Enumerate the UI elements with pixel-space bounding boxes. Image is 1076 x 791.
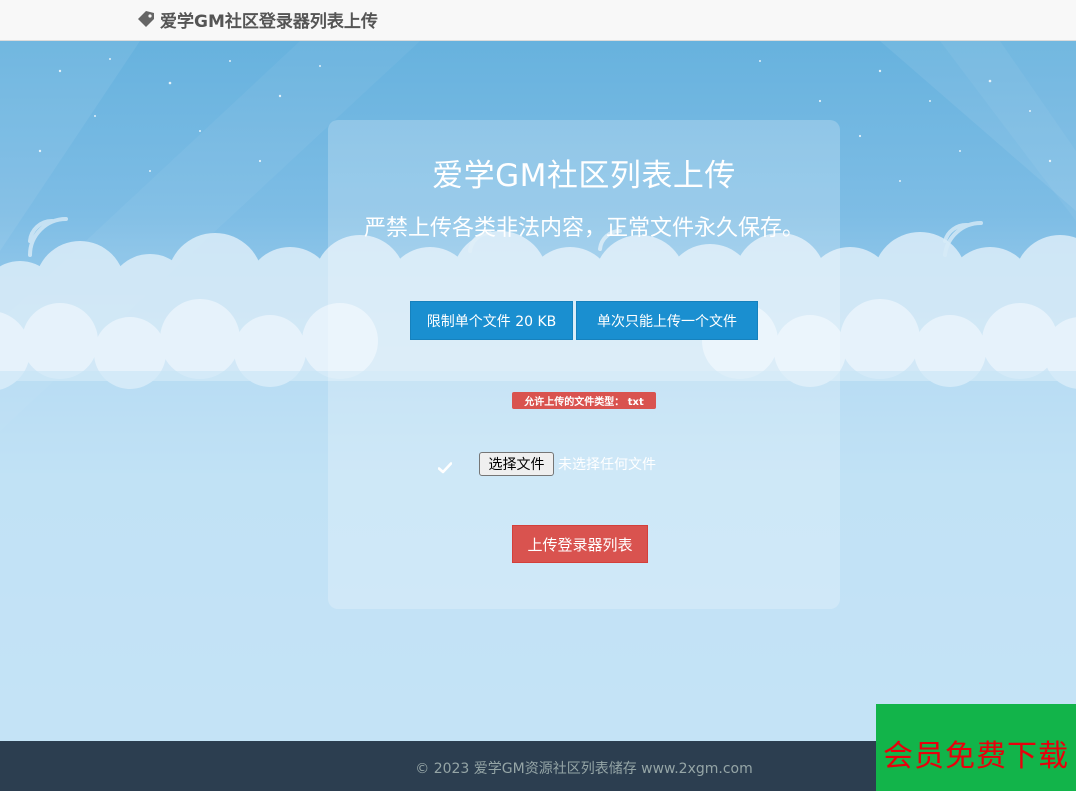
allowed-types-badge: 允许上传的文件类型： txt: [512, 392, 656, 409]
tag-icon: [136, 9, 156, 29]
hero-background: 爱学GM社区列表上传 严禁上传各类非法内容，正常文件永久保存。 限制单个文件 2…: [0, 41, 1076, 741]
member-download-promo[interactable]: 会员免费下载: [876, 704, 1076, 791]
file-status-text: 未选择任何文件: [558, 457, 656, 473]
checkmark-icon: [437, 459, 453, 478]
navbar-brand[interactable]: 爱学GM社区登录器列表上传: [136, 8, 378, 32]
single-file-limit-button[interactable]: 单次只能上传一个文件: [576, 301, 758, 340]
choose-file-button[interactable]: 选择文件: [479, 452, 554, 476]
upload-panel: 爱学GM社区列表上传 严禁上传各类非法内容，正常文件永久保存。 限制单个文件 2…: [328, 120, 840, 609]
page-title: 爱学GM社区列表上传: [432, 158, 736, 194]
top-navbar: 爱学GM社区登录器列表上传: [0, 0, 1076, 41]
file-size-limit-button[interactable]: 限制单个文件 20 KB: [410, 301, 573, 340]
page-subtitle: 严禁上传各类非法内容，正常文件永久保存。: [363, 216, 804, 241]
brand-label: 爱学GM社区登录器列表上传: [160, 11, 378, 32]
upload-submit-button[interactable]: 上传登录器列表: [512, 525, 648, 563]
